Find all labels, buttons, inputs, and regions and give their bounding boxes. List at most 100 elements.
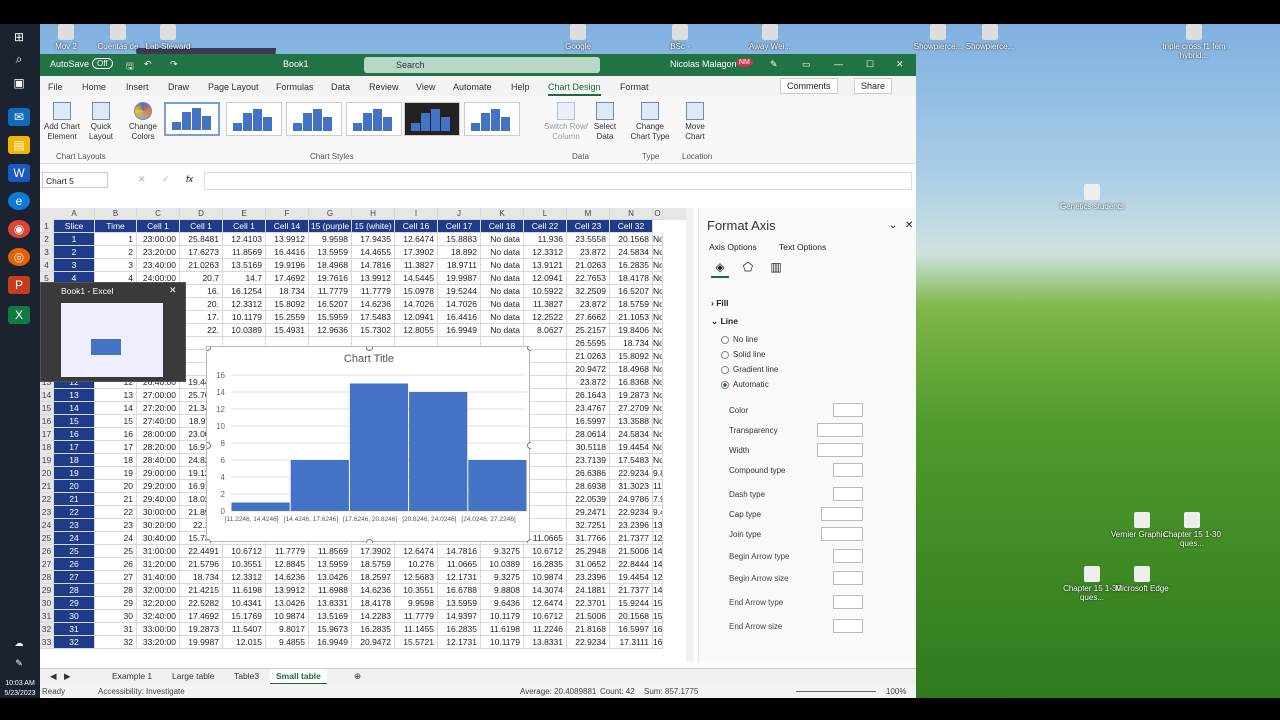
table-cell[interactable]: 19.9987 (438, 272, 481, 285)
row-number[interactable]: 2 (40, 233, 54, 246)
table-cell[interactable]: 27:20:00 (137, 402, 180, 415)
table-cell[interactable]: 19.9987 (180, 636, 223, 649)
enter-icon[interactable]: ✓ (162, 174, 170, 185)
table-cell[interactable]: 17.5483 (352, 311, 395, 324)
cancel-icon[interactable]: ✕ (138, 174, 146, 185)
table-cell[interactable]: 12.3312 (223, 571, 266, 584)
table-cell[interactable]: 16.2835 (610, 259, 653, 272)
table-cell[interactable]: 12.9636 (653, 571, 663, 584)
tab-home[interactable]: Home (82, 82, 106, 92)
table-cell[interactable]: 17.3111 (610, 636, 653, 649)
table-cell[interactable]: 16.9949 (309, 636, 352, 649)
share-button[interactable]: Share (854, 78, 893, 94)
table-cell[interactable]: 18 (95, 454, 137, 467)
desktop-icon[interactable]: Chapter 15 1-30 ques... (1157, 512, 1227, 548)
table-cell[interactable]: 22.5282 (180, 597, 223, 610)
table-cell[interactable]: 13.5959 (438, 597, 481, 610)
column-header[interactable]: G (309, 208, 352, 220)
table-cell[interactable]: 18.734 (266, 285, 309, 298)
table-cell[interactable]: 31 (95, 623, 137, 636)
table-cell[interactable]: 12.8845 (266, 558, 309, 571)
axis-options-icon[interactable]: ▥ (767, 260, 785, 278)
row-number[interactable]: 15 (40, 402, 54, 415)
table-cell[interactable]: 11.7779 (309, 285, 352, 298)
table-cell[interactable]: 32:00:00 (137, 584, 180, 597)
table-cell[interactable]: 12.4103 (223, 233, 266, 246)
table-cell[interactable]: 14.9397 (438, 610, 481, 623)
formula-input[interactable] (204, 172, 912, 190)
row-number[interactable]: 30 (40, 597, 54, 610)
table-cell[interactable]: 30 (95, 610, 137, 623)
table-cell[interactable]: No data (653, 415, 663, 428)
resize-handle[interactable] (207, 539, 211, 544)
radio-option[interactable] (721, 366, 729, 374)
chart-style-option[interactable] (346, 102, 402, 136)
table-cell[interactable]: 19 (95, 467, 137, 480)
table-cell[interactable]: 32:40:00 (137, 610, 180, 623)
table-cell[interactable]: 12.0941 (395, 311, 438, 324)
resize-handle[interactable] (207, 442, 211, 449)
table-cell[interactable]: 23.2396 (567, 571, 610, 584)
table-cell[interactable]: 18.892 (438, 246, 481, 259)
format-property-control[interactable] (817, 423, 863, 437)
table-cell[interactable]: 2 (95, 246, 137, 259)
desktop-icon[interactable]: Microsoft Edge (1107, 566, 1177, 593)
fill-line-icon[interactable]: ◈ (711, 260, 729, 278)
table-cell[interactable]: 9.9598 (309, 233, 352, 246)
column-title[interactable]: Cell 23 (567, 220, 610, 233)
column-header[interactable]: K (481, 208, 524, 220)
function-icon[interactable]: fx (186, 174, 193, 184)
table-cell[interactable]: 24.5834 (610, 428, 653, 441)
mail-icon[interactable]: ✉ (8, 108, 30, 126)
table-cell[interactable]: No data (653, 350, 663, 363)
table-cell[interactable]: 33:00:00 (137, 623, 180, 636)
tab-view[interactable]: View (416, 82, 435, 92)
row-number[interactable]: 22 (40, 493, 54, 506)
table-cell[interactable]: 11.8569 (223, 246, 266, 259)
table-cell[interactable]: No data (653, 454, 663, 467)
table-cell[interactable]: 2 (54, 246, 95, 259)
desktop-icon[interactable]: Showpierce... (955, 24, 1025, 51)
column-header[interactable]: O (653, 208, 663, 220)
column-title[interactable]: Cell 16 (395, 220, 438, 233)
file-explorer-icon[interactable]: ▤ (8, 136, 30, 154)
chart-style-option[interactable] (286, 102, 342, 136)
tab-large-table[interactable]: Large table (172, 671, 215, 681)
table-cell[interactable]: 14.7816 (352, 259, 395, 272)
table-cell[interactable]: 17.3902 (352, 545, 395, 558)
table-cell[interactable]: 13.5959 (309, 246, 352, 259)
table-cell[interactable]: 20.9472 (567, 363, 610, 376)
row-number[interactable]: 4 (40, 259, 54, 272)
table-cell[interactable]: No data (653, 402, 663, 415)
column-header[interactable]: E (223, 208, 266, 220)
table-cell[interactable]: 20.9472 (352, 636, 395, 649)
column-header[interactable]: A (54, 208, 95, 220)
table-cell[interactable]: 31:00:00 (137, 545, 180, 558)
table-cell[interactable]: 28.6938 (567, 480, 610, 493)
table-cell[interactable]: 27:00:00 (137, 389, 180, 402)
table-cell[interactable]: 22.3701 (567, 597, 610, 610)
table-cell[interactable]: 29.2471 (567, 506, 610, 519)
table-cell[interactable]: 11.8569 (309, 545, 352, 558)
table-cell[interactable]: 11.3827 (395, 259, 438, 272)
table-cell[interactable]: 10.0389 (223, 324, 266, 337)
table-cell[interactable]: 16.9949 (438, 324, 481, 337)
table-cell[interactable]: 14.7026 (395, 298, 438, 311)
table-cell[interactable]: 10.1179 (481, 610, 524, 623)
table-cell[interactable]: No data (481, 324, 524, 337)
table-cell[interactable]: No data (481, 285, 524, 298)
table-cell[interactable]: No data (481, 311, 524, 324)
row-number[interactable]: 29 (40, 584, 54, 597)
vertical-scrollbar[interactable] (686, 208, 694, 662)
chart-style-option[interactable] (164, 102, 220, 136)
preview-close-icon[interactable]: ✕ (169, 285, 177, 296)
format-property-control[interactable] (833, 571, 863, 585)
table-cell[interactable]: 23.872 (567, 246, 610, 259)
radio-option[interactable] (721, 336, 729, 344)
resize-handle[interactable] (366, 347, 373, 351)
chrome-icon[interactable]: ◉ (8, 220, 30, 238)
table-cell[interactable]: No data (653, 441, 663, 454)
table-cell[interactable]: 9.8808 (481, 584, 524, 597)
desktop-icon[interactable]: BSc - (645, 24, 715, 51)
table-cell[interactable]: No data (653, 246, 663, 259)
